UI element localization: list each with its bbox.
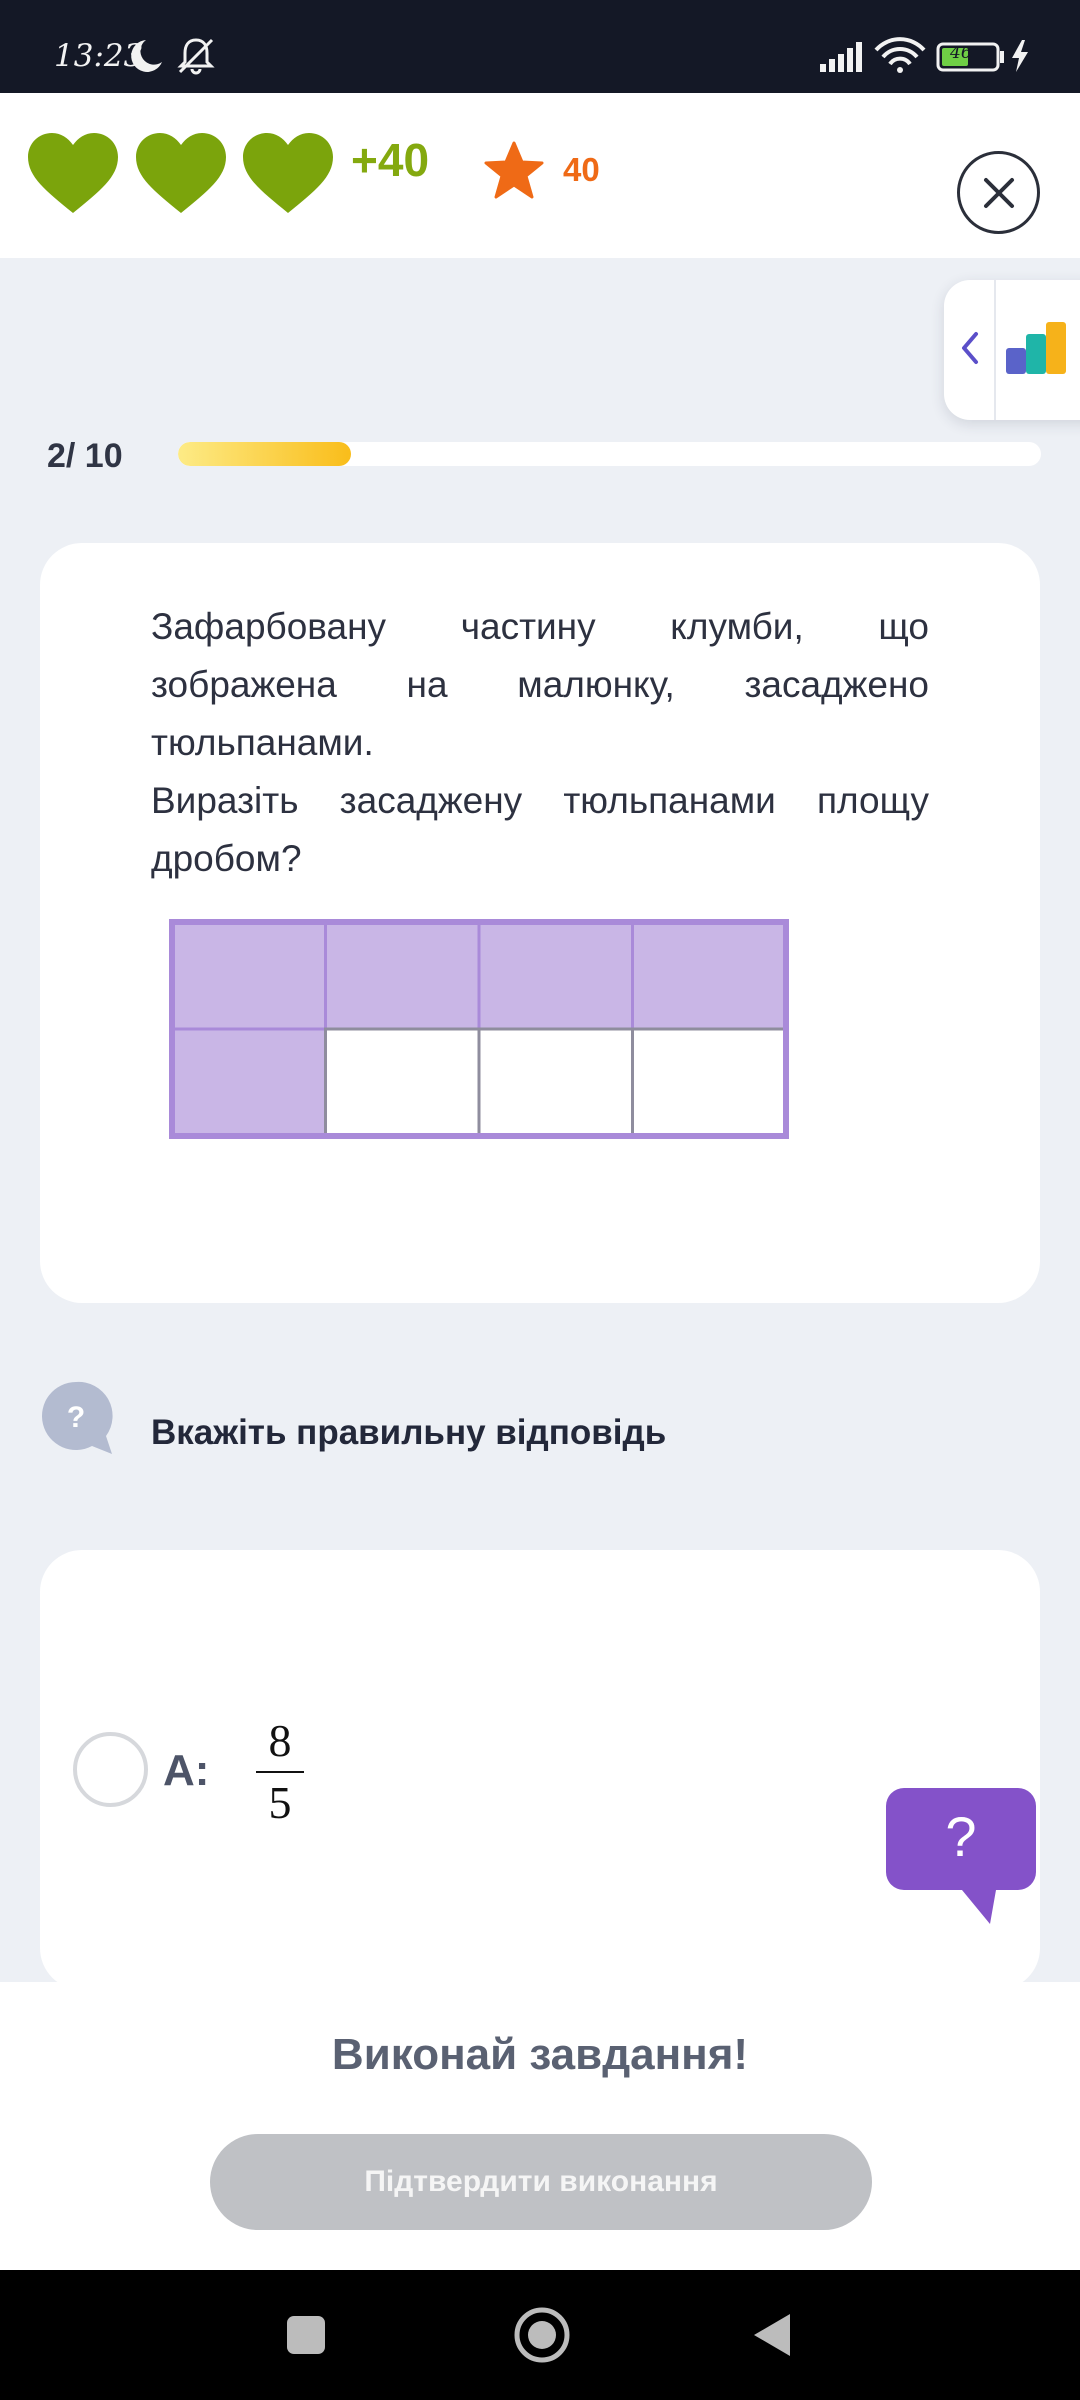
side-divider (994, 280, 996, 420)
task-title: Виконай завдання! (331, 2030, 749, 2079)
heart-icon (26, 131, 120, 220)
answer-a-fraction[interactable]: 8 5 (250, 1715, 310, 1829)
question-line-1: Зафарбовану частину клумби, що зображена… (151, 606, 929, 763)
lives-bonus: +40 (351, 134, 430, 186)
close-icon (983, 177, 1014, 208)
chevron-left-icon[interactable] (958, 328, 982, 373)
question-bubble-icon: ? (40, 1380, 116, 1463)
battery-level: 46 (950, 43, 972, 63)
help-button[interactable]: ? (886, 1788, 1036, 1943)
question-text: Зафарбовану частину клумби, що зображена… (151, 598, 929, 888)
recent-apps-icon[interactable] (266, 2270, 346, 2400)
system-nav-bar (0, 2270, 1080, 2400)
fraction-numerator: 8 (268, 1715, 292, 1766)
flowerbed-grid (169, 919, 789, 1139)
stats-side-panel[interactable] (944, 280, 1080, 420)
question-line-2: Виразіть засаджену тюльпанами площу дроб… (151, 780, 929, 879)
heart-icon (241, 131, 335, 220)
star-count: 40 (563, 151, 600, 188)
grid-cell-shaded (477, 920, 634, 1031)
question-card: Зафарбовану частину клумби, що зображена… (40, 543, 1040, 1303)
status-icons-right: 46 (820, 36, 1060, 81)
answer-a-radio[interactable] (73, 1732, 148, 1807)
progress-fill (178, 442, 351, 466)
wifi-icon (874, 37, 926, 73)
heart-icon (134, 131, 228, 220)
svg-text:?: ? (67, 1401, 85, 1434)
grid-cell-empty (631, 1027, 788, 1138)
hint-text: Вкажіть правильну відповідь (151, 1413, 667, 1452)
grid-cell-shaded (170, 1027, 327, 1138)
bottom-panel: Виконай завдання! Підтвердити виконання (0, 1982, 1080, 2270)
bell-off-icon (176, 36, 216, 81)
grid-cell-shaded (324, 920, 481, 1031)
help-label: ? (945, 1805, 976, 1868)
status-bar: 13:23 46 (0, 0, 1080, 93)
charging-icon (1012, 40, 1028, 72)
star-icon (484, 141, 544, 204)
grid-cell-shaded (170, 920, 327, 1031)
flowerbed-figure (168, 918, 790, 1145)
home-icon[interactable] (502, 2270, 582, 2400)
bar-chart-icon[interactable] (1004, 320, 1070, 381)
answer-a-letter[interactable]: A: (163, 1746, 209, 1796)
progress-bar (178, 442, 1041, 466)
confirm-button[interactable]: Підтвердити виконання (210, 2134, 872, 2230)
close-button[interactable] (957, 151, 1040, 234)
top-bar: +40 40 (0, 93, 1080, 258)
grid-cell-empty (324, 1027, 481, 1138)
fraction-denominator: 5 (268, 1777, 292, 1828)
signal-icon (820, 42, 862, 72)
grid-cell-shaded (631, 920, 788, 1031)
grid-cell-empty (477, 1027, 634, 1138)
fraction-bar (256, 1771, 304, 1773)
back-icon[interactable] (732, 2270, 812, 2400)
progress-label: 2/ 10 (47, 437, 123, 475)
